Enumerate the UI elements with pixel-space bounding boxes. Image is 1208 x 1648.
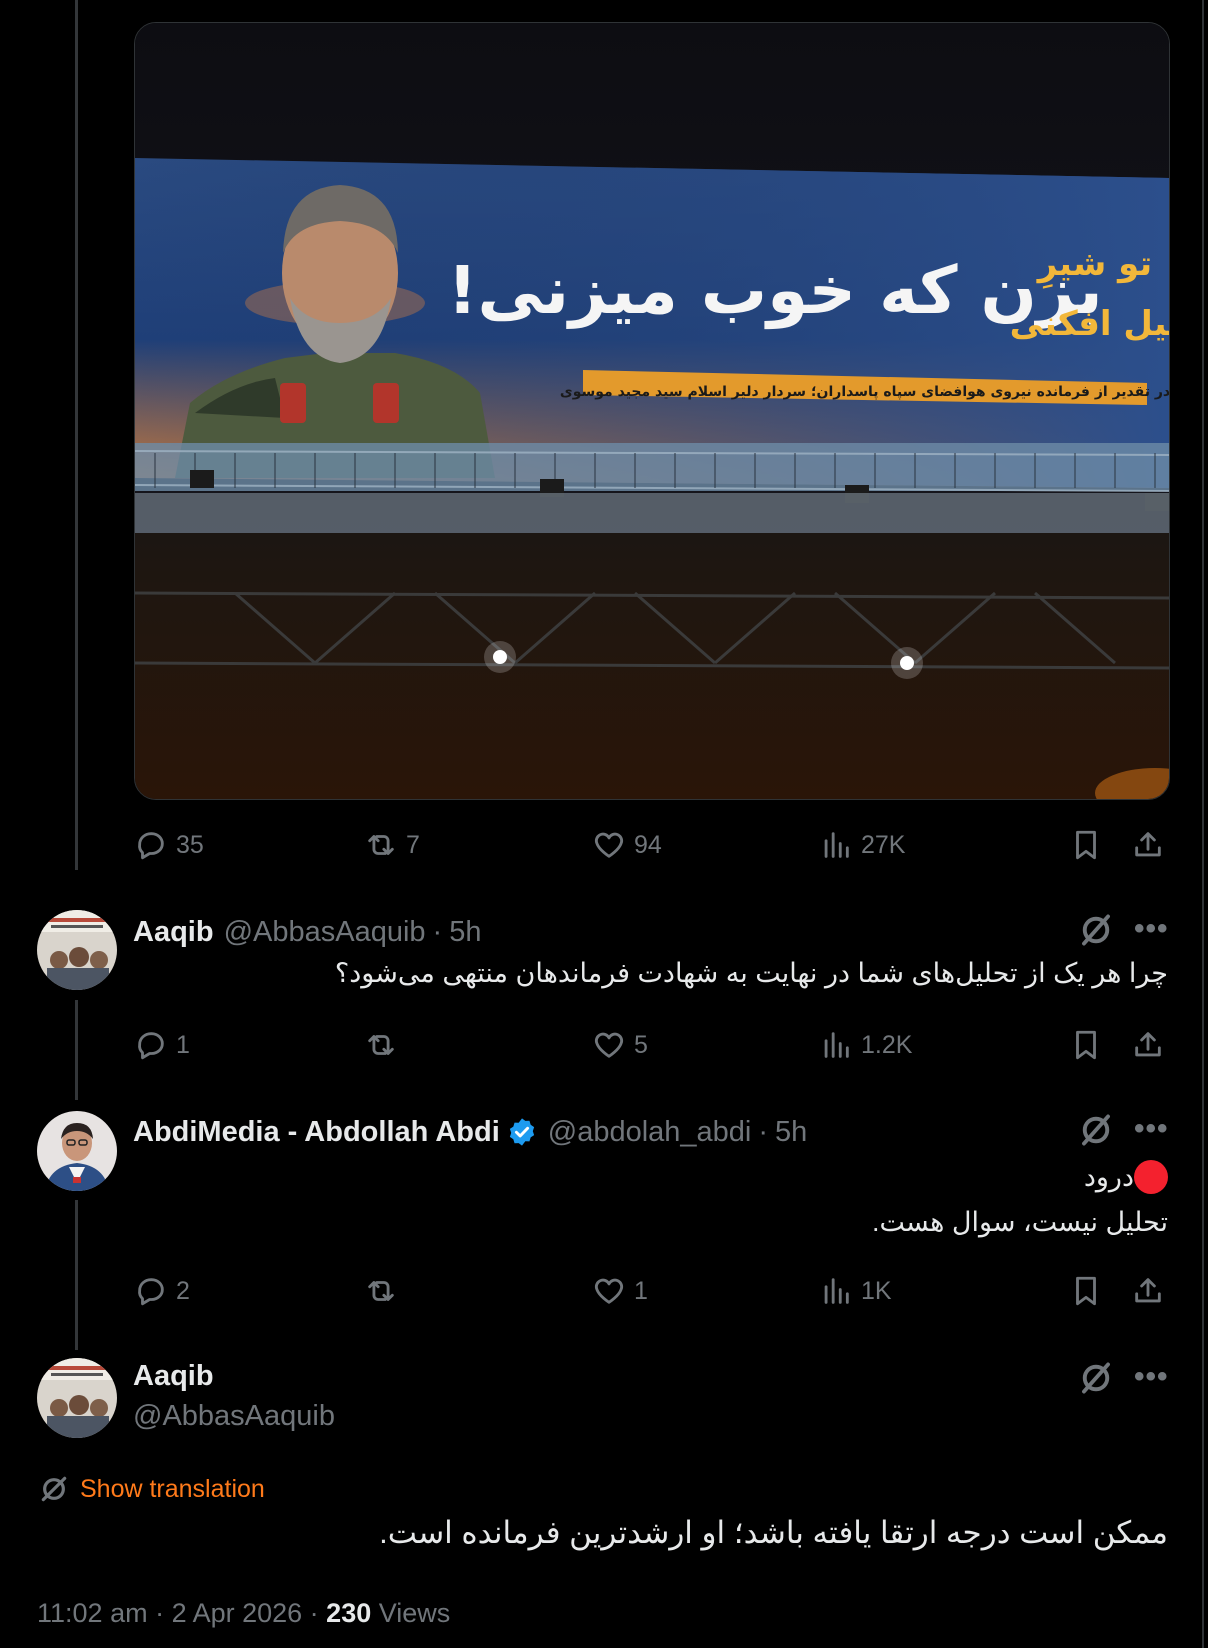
main-tweet-actions: 35 7 94 27K (134, 825, 1168, 865)
like-icon (594, 832, 624, 858)
tweet-timestamp[interactable]: 11:02 am · 2 Apr 2026 · (37, 1598, 326, 1628)
reply-2-greeting: درود (1083, 1161, 1134, 1192)
separator-dot: · (432, 915, 443, 948)
bookmark-icon (1076, 1276, 1096, 1306)
share-button[interactable] (1131, 1025, 1165, 1065)
bookmark-button[interactable] (1069, 1271, 1103, 1311)
thread-line-top (75, 0, 78, 870)
reply-count: 2 (176, 1276, 190, 1305)
reply-icon (138, 1032, 164, 1060)
billboard-photo: بزن که خوب میزنی! تو شیرِ پیل افکنی در ت… (135, 23, 1169, 799)
more-icon[interactable]: ••• (1134, 912, 1169, 946)
handle[interactable]: @abdolah_abdi (548, 1116, 752, 1149)
reply-1-text: چرا هر یک از تحلیل‌های شما در نهایت به ش… (334, 958, 1168, 988)
red-circle-emoji (1134, 1160, 1168, 1194)
grok-icon (1082, 914, 1110, 946)
avatar[interactable] (37, 910, 117, 990)
grok-button[interactable] (1078, 1360, 1114, 1401)
repost-button[interactable] (364, 1271, 406, 1311)
thread-line-mid (75, 1000, 78, 1100)
bookmark-icon (1076, 830, 1096, 860)
billboard-side-1: تو شیرِ (1036, 244, 1152, 289)
views-label: Views (371, 1598, 451, 1628)
grok-icon (1082, 1114, 1110, 1146)
reply-button[interactable]: 1 (134, 1025, 190, 1065)
share-icon (1135, 1032, 1161, 1057)
views-number: 230 (326, 1598, 372, 1628)
tweet-media-photo[interactable]: بزن که خوب میزنی! تو شیرِ پیل افکنی در ت… (134, 22, 1170, 800)
repost-count: 7 (406, 830, 420, 859)
more-icon[interactable]: ••• (1134, 1360, 1169, 1394)
share-button[interactable] (1131, 825, 1165, 865)
avatar[interactable] (37, 1358, 117, 1438)
views-count: 1.2K (861, 1030, 913, 1059)
reply-1-actions: 1 5 1.2K (134, 1025, 1168, 1065)
tweet-meta: 11:02 am · 2 Apr 2026 · 230 Views (37, 1598, 450, 1629)
timestamp[interactable]: 5h (449, 916, 481, 949)
views-icon (824, 832, 849, 858)
repost-button[interactable] (364, 1025, 406, 1065)
views-button[interactable]: 1.2K (819, 1025, 912, 1065)
like-button[interactable]: 1 (592, 1271, 648, 1311)
billboard-side-2: پیل افکنی (1010, 304, 1169, 344)
reply-icon (138, 1278, 164, 1306)
views-button[interactable]: 1K (819, 1271, 892, 1311)
more-icon[interactable]: ••• (1134, 1112, 1169, 1146)
reply-count: 35 (176, 830, 204, 859)
separator-dot: · (758, 1115, 769, 1148)
reply-2-header: AbdiMedia - Abdollah Abdi @abdolah_abdi … (133, 1112, 807, 1152)
grok-icon (1082, 1362, 1110, 1394)
billboard-banner: در تقدیر از فرمانده نیروی هوافضای سپاه پ… (560, 384, 1169, 400)
handle[interactable]: @AbbasAaquib (133, 1400, 335, 1433)
show-translation-link[interactable]: Show translation (38, 1473, 265, 1505)
views-count: 1K (861, 1276, 892, 1305)
reply-2-line-2: تحلیل نیست، سوال هست. (872, 1207, 1168, 1237)
reply-button[interactable]: 35 (134, 825, 204, 865)
views-count: 27K (861, 830, 906, 859)
repost-icon (368, 835, 394, 855)
views-icon (824, 1278, 849, 1304)
reply-2-actions: 2 1 1K (134, 1271, 1168, 1311)
reply-button[interactable]: 2 (134, 1271, 190, 1311)
billboard-title: بزن که خوب میزنی! (447, 252, 1102, 330)
bookmark-button[interactable] (1069, 825, 1103, 865)
focused-tweet-text: ممکن است درجه ارتقا یافته باشد؛ او ارشدت… (379, 1515, 1168, 1550)
like-count: 1 (634, 1276, 648, 1305)
like-button[interactable]: 5 (592, 1025, 648, 1065)
share-icon (1135, 832, 1161, 857)
handle[interactable]: @AbbasAaquib (224, 916, 426, 949)
bookmark-icon (1076, 1030, 1096, 1060)
like-count: 5 (634, 1030, 648, 1059)
reply-1-header: Aaqib @AbbasAaquib · 5h (133, 912, 481, 952)
grok-button[interactable] (1078, 912, 1114, 953)
show-translation-label: Show translation (80, 1474, 265, 1503)
reply-count: 1 (176, 1030, 190, 1059)
like-icon (594, 1032, 624, 1058)
views-icon (824, 1032, 849, 1058)
translate-icon (41, 1476, 67, 1502)
column-border (1202, 0, 1204, 1648)
reply-2-line-1: درود (133, 1160, 1168, 1194)
repost-icon (368, 1035, 394, 1055)
like-icon (594, 1278, 624, 1304)
views-button[interactable]: 27K (819, 825, 905, 865)
avatar[interactable] (37, 1111, 117, 1191)
bookmark-button[interactable] (1069, 1025, 1103, 1065)
timestamp[interactable]: 5h (775, 1116, 807, 1149)
reply-icon (138, 832, 164, 860)
display-name[interactable]: Aaqib (133, 916, 214, 949)
share-icon (1135, 1278, 1161, 1303)
verified-badge-icon (506, 1116, 538, 1148)
repost-button[interactable]: 7 (364, 825, 420, 865)
display-name[interactable]: Aaqib (133, 1360, 214, 1393)
repost-icon (368, 1281, 394, 1301)
like-count: 94 (634, 830, 662, 859)
thread-line-low (75, 1200, 78, 1350)
grok-button[interactable] (1078, 1112, 1114, 1153)
like-button[interactable]: 94 (592, 825, 662, 865)
share-button[interactable] (1131, 1271, 1165, 1311)
display-name[interactable]: AbdiMedia - Abdollah Abdi (133, 1116, 500, 1149)
